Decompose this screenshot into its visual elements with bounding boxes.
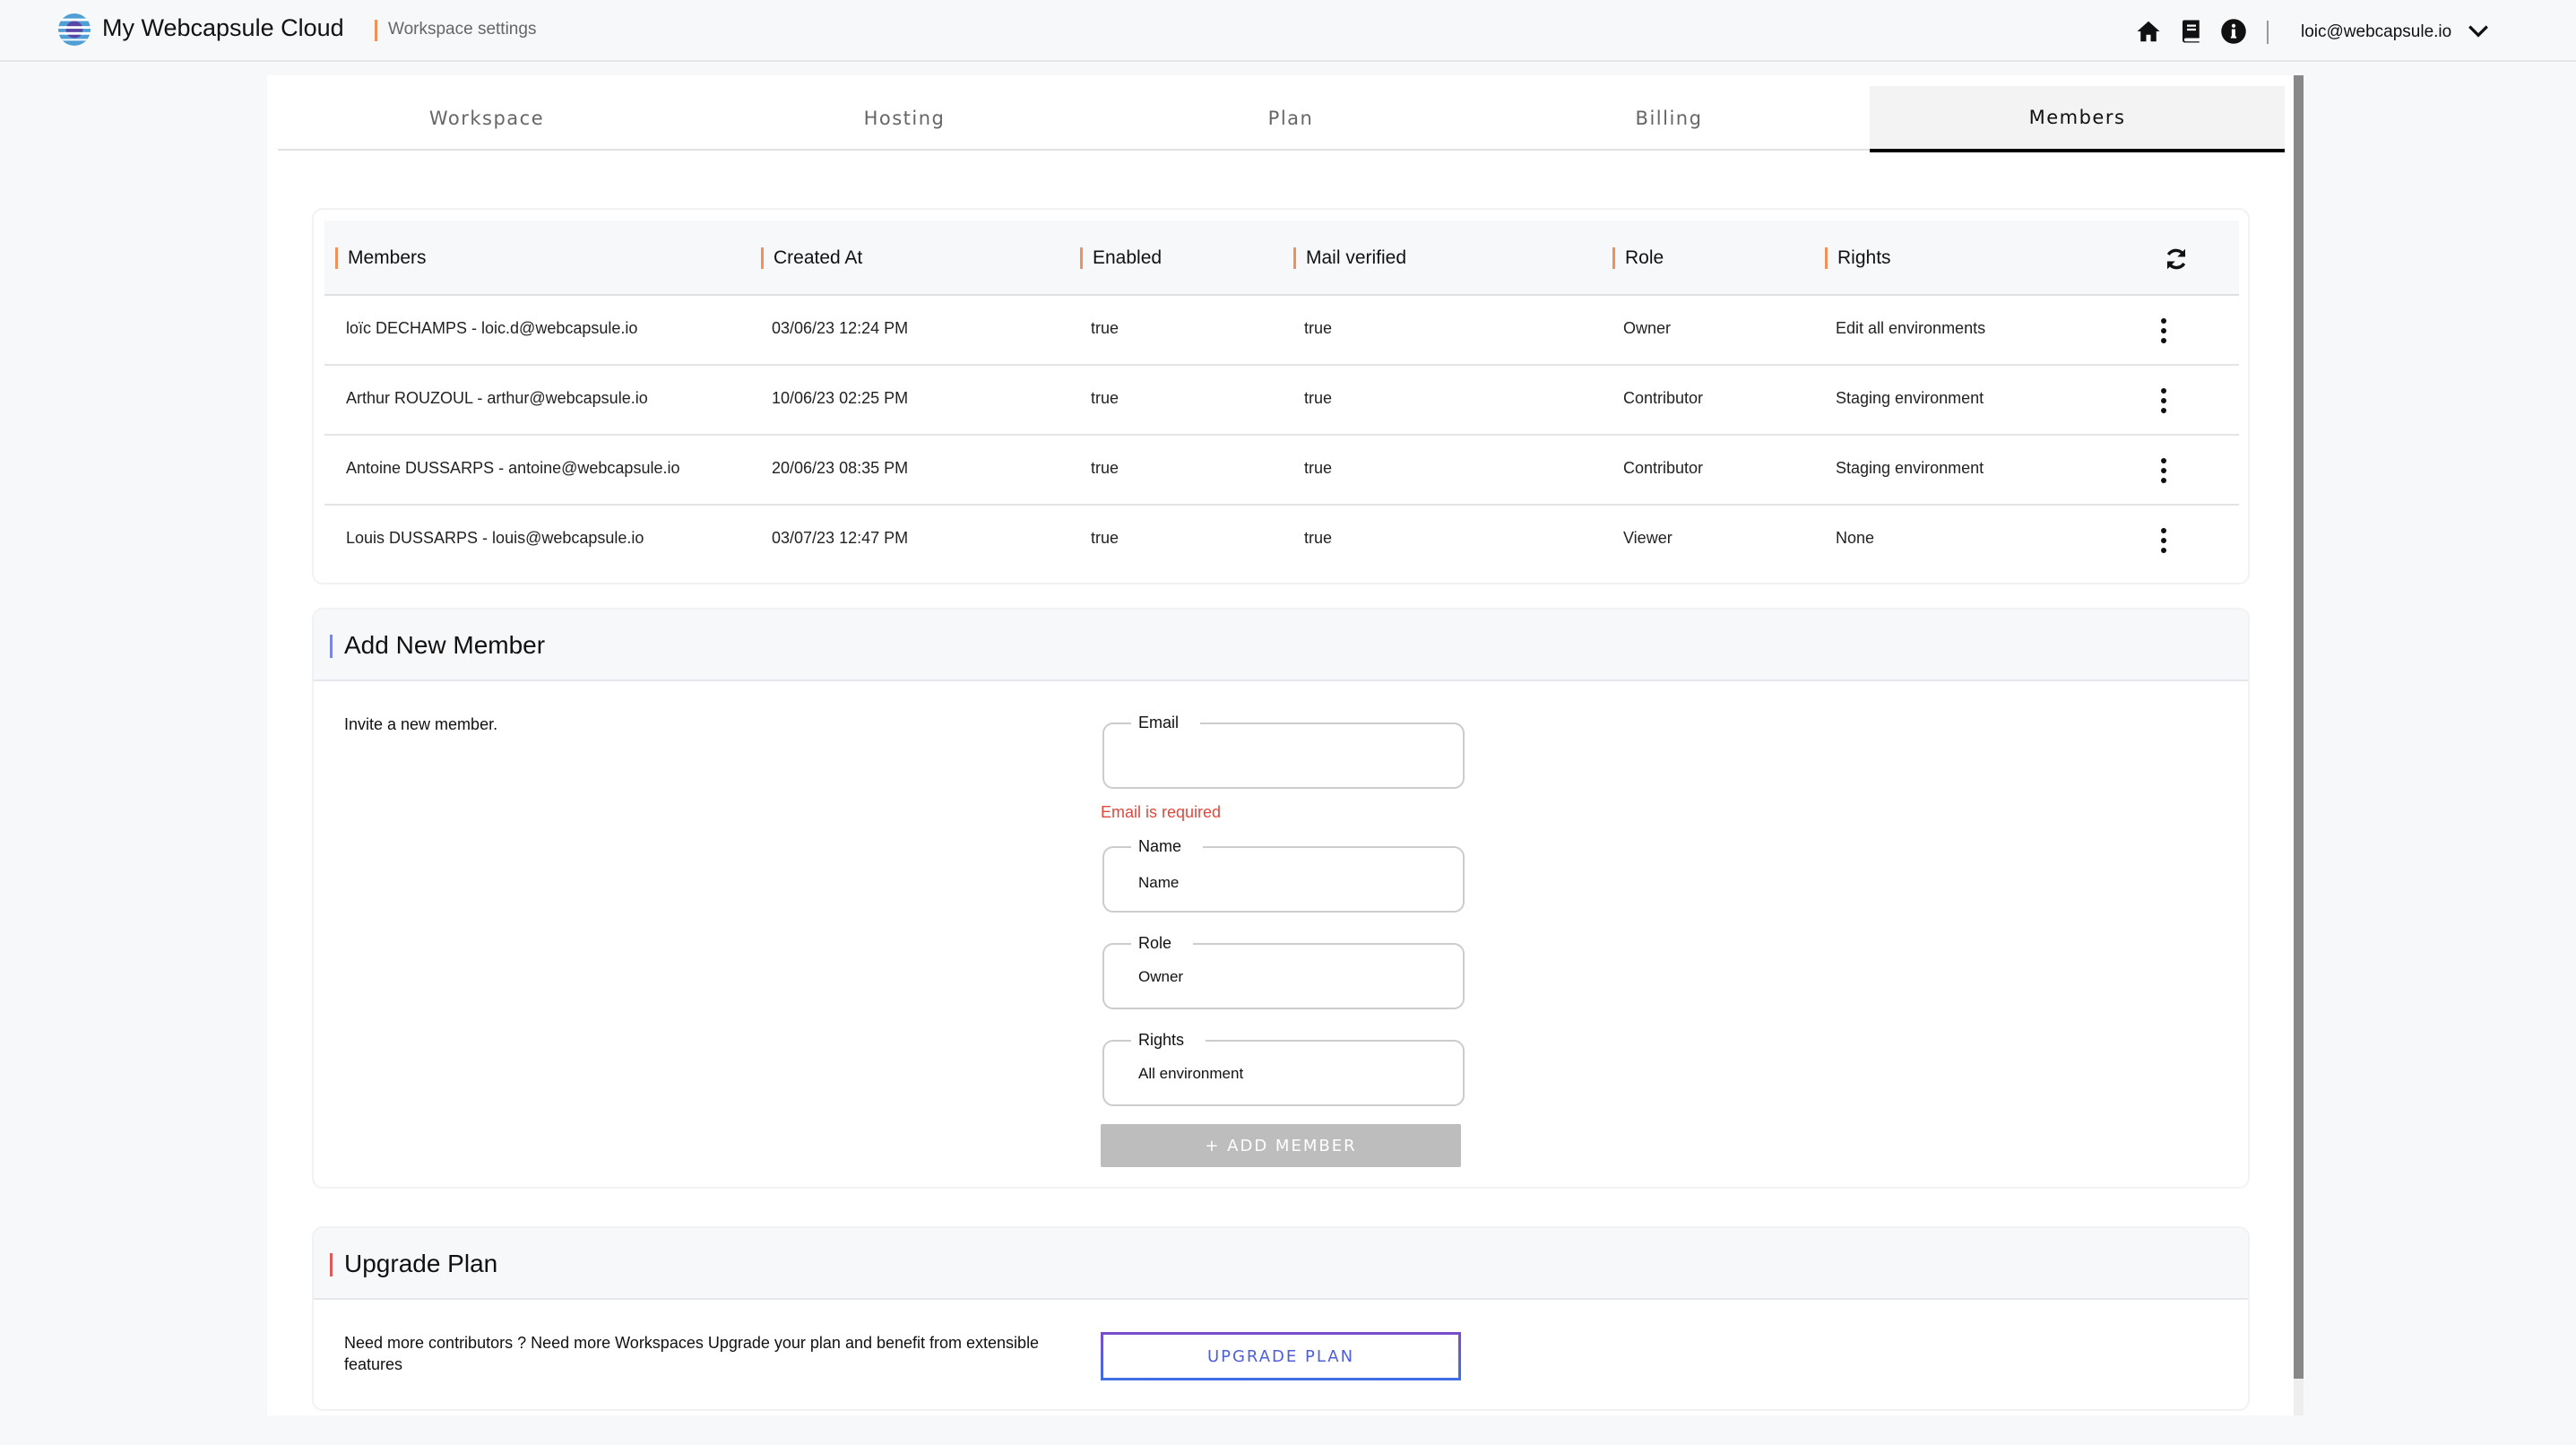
section-accent bbox=[330, 635, 333, 658]
column-header-mail-verified[interactable]: Mail verified bbox=[1293, 246, 1406, 271]
more-vertical-icon[interactable] bbox=[2150, 525, 2177, 556]
name-input[interactable] bbox=[1138, 871, 1443, 895]
rights-value[interactable]: All environment bbox=[1138, 1065, 1443, 1088]
rights-cell: None bbox=[1836, 529, 1875, 547]
role-select[interactable]: Role Owner bbox=[1102, 932, 1465, 1009]
created-at-cell: 03/06/23 12:24 PM bbox=[772, 319, 909, 337]
table-row: Arthur ROUZOUL - arthur@webcapsule.io 10… bbox=[324, 366, 2239, 436]
member-cell: Antoine DUSSARPS - antoine@webcapsule.io bbox=[346, 459, 680, 477]
table-header: Members Created At Enabled Mail verified… bbox=[324, 221, 2239, 296]
rights-cell: Staging environment bbox=[1836, 389, 1984, 407]
refresh-icon[interactable] bbox=[2163, 246, 2190, 273]
top-bar: My Webcapsule Cloud Workspace settings l… bbox=[0, 0, 2576, 62]
enabled-cell: true bbox=[1091, 459, 1119, 477]
email-input[interactable] bbox=[1138, 748, 1443, 771]
role-cell: Contributor bbox=[1623, 459, 1704, 477]
settings-tabs: Workspace Hosting Plan Billing Members bbox=[278, 86, 2285, 152]
column-header-rights[interactable]: Rights bbox=[1825, 246, 1891, 271]
section-accent bbox=[330, 1253, 333, 1276]
column-header-role[interactable]: Role bbox=[1612, 246, 1664, 271]
scrollbar-thumb[interactable] bbox=[2294, 75, 2304, 1379]
table-row: Louis DUSSARPS - louis@webcapsule.io 03/… bbox=[324, 506, 2239, 575]
tab-members[interactable]: Members bbox=[1870, 86, 2285, 152]
header-divider bbox=[2267, 21, 2269, 44]
upgrade-plan-section: Upgrade Plan Need more contributors ? Ne… bbox=[312, 1226, 2250, 1411]
name-field[interactable]: Name bbox=[1102, 835, 1465, 913]
created-at-cell: 03/07/23 12:47 PM bbox=[772, 529, 909, 547]
tab-billing[interactable]: Billing bbox=[1468, 86, 1870, 151]
column-header-members[interactable]: Members bbox=[335, 246, 427, 271]
rights-cell: Staging environment bbox=[1836, 459, 1984, 477]
rights-select[interactable]: Rights All environment bbox=[1102, 1029, 1465, 1106]
rights-cell: Edit all environments bbox=[1836, 319, 1986, 337]
mail-verified-cell: true bbox=[1304, 319, 1333, 337]
home-icon[interactable] bbox=[2135, 18, 2162, 45]
table-row: Antoine DUSSARPS - antoine@webcapsule.io… bbox=[324, 436, 2239, 506]
rights-label: Rights bbox=[1131, 1029, 1206, 1051]
app-title[interactable]: My Webcapsule Cloud bbox=[102, 14, 344, 42]
more-vertical-icon[interactable] bbox=[2150, 316, 2177, 346]
upgrade-plan-title: Upgrade Plan bbox=[344, 1250, 498, 1277]
role-label: Role bbox=[1131, 932, 1194, 954]
upgrade-plan-button[interactable]: UPGRADE PLAN bbox=[1101, 1332, 1461, 1380]
add-member-title: Add New Member bbox=[344, 631, 546, 659]
more-vertical-icon[interactable] bbox=[2150, 385, 2177, 416]
column-header-enabled[interactable]: Enabled bbox=[1080, 246, 1162, 271]
role-cell: Owner bbox=[1623, 319, 1672, 337]
member-cell: loïc DECHAMPS - loic.d@webcapsule.io bbox=[346, 319, 638, 337]
tab-hosting[interactable]: Hosting bbox=[696, 86, 1113, 151]
webcapsule-logo-icon[interactable] bbox=[57, 13, 91, 47]
mail-verified-cell: true bbox=[1304, 459, 1333, 477]
invite-description: Invite a new member. bbox=[344, 715, 498, 733]
more-vertical-icon[interactable] bbox=[2150, 455, 2177, 486]
breadcrumb: Workspace settings bbox=[388, 20, 537, 39]
member-cell: Louis DUSSARPS - louis@webcapsule.io bbox=[346, 529, 644, 547]
chevron-down-icon[interactable] bbox=[2467, 22, 2490, 41]
add-member-section: Add New Member Invite a new member. Emai… bbox=[312, 608, 2250, 1189]
workspace-settings-panel: Workspace Hosting Plan Billing Members M… bbox=[267, 75, 2295, 1415]
role-cell: Viewer bbox=[1623, 529, 1673, 547]
tab-workspace[interactable]: Workspace bbox=[278, 86, 696, 151]
breadcrumb-separator bbox=[375, 20, 377, 41]
table-row: loïc DECHAMPS - loic.d@webcapsule.io 03/… bbox=[324, 296, 2239, 366]
upgrade-description: Need more contributors ? Need more Works… bbox=[344, 1334, 1040, 1373]
upgrade-plan-header: Upgrade Plan bbox=[314, 1228, 2248, 1300]
enabled-cell: true bbox=[1091, 389, 1119, 407]
add-member-button[interactable]: + ADD MEMBER bbox=[1101, 1124, 1461, 1167]
email-field[interactable]: Email bbox=[1102, 712, 1465, 789]
column-header-created-at[interactable]: Created At bbox=[761, 246, 862, 271]
book-icon[interactable] bbox=[2178, 18, 2205, 45]
mail-verified-cell: true bbox=[1304, 529, 1333, 547]
created-at-cell: 10/06/23 02:25 PM bbox=[772, 389, 909, 407]
tab-plan[interactable]: Plan bbox=[1113, 86, 1468, 151]
add-member-header: Add New Member bbox=[314, 610, 2248, 681]
email-label: Email bbox=[1131, 712, 1201, 733]
enabled-cell: true bbox=[1091, 529, 1119, 547]
mail-verified-cell: true bbox=[1304, 389, 1333, 407]
member-cell: Arthur ROUZOUL - arthur@webcapsule.io bbox=[346, 389, 648, 407]
role-value[interactable]: Owner bbox=[1138, 968, 1443, 991]
name-label: Name bbox=[1131, 835, 1204, 857]
members-table: Members Created At Enabled Mail verified… bbox=[312, 208, 2250, 584]
enabled-cell: true bbox=[1091, 319, 1119, 337]
email-error: Email is required bbox=[1101, 803, 1222, 821]
info-icon[interactable] bbox=[2220, 18, 2247, 45]
user-menu-email[interactable]: loic@webcapsule.io bbox=[2301, 22, 2451, 42]
role-cell: Contributor bbox=[1623, 389, 1704, 407]
created-at-cell: 20/06/23 08:35 PM bbox=[772, 459, 909, 477]
